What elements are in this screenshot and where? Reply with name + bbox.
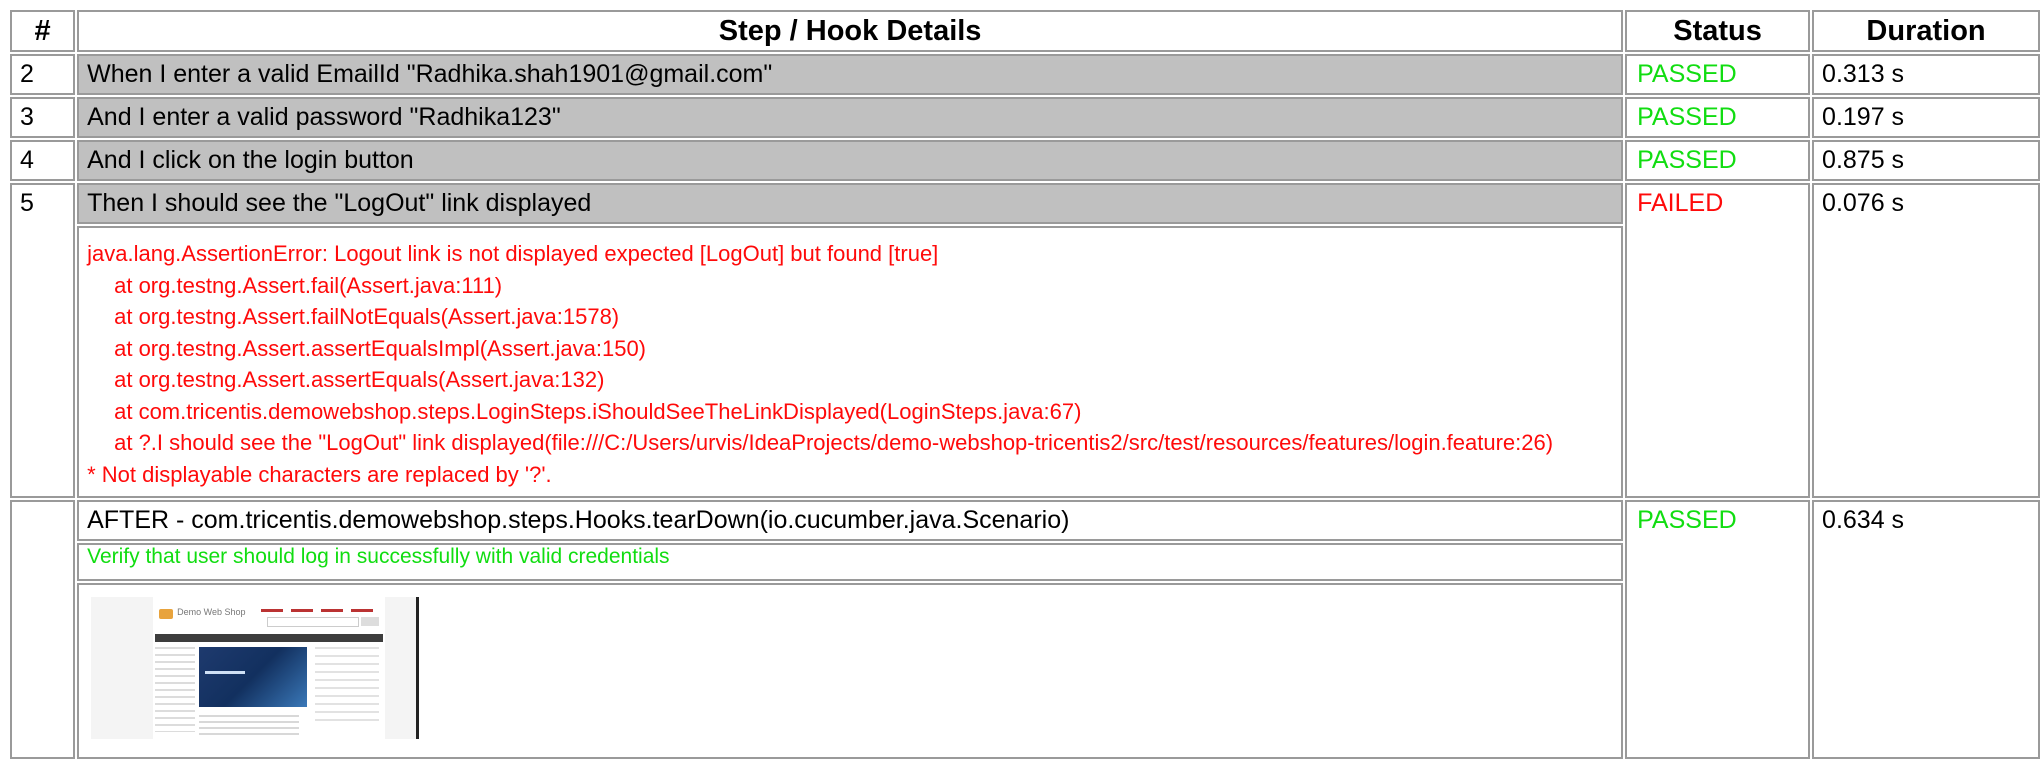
screenshot-logo-text: Demo Web Shop: [177, 607, 246, 617]
stack-trace-line: at org.testng.Assert.assertEquals(Assert…: [114, 367, 605, 392]
step-duration: 0.076 s: [1812, 183, 2040, 498]
status-badge: FAILED: [1625, 183, 1811, 498]
error-details: java.lang.AssertionError: Logout link is…: [77, 226, 1624, 498]
step-text: Then I should see the "LogOut" link disp…: [77, 183, 1624, 224]
stack-trace-line: at org.testng.Assert.fail(Assert.java:11…: [114, 272, 503, 298]
screenshot-search-box: [267, 617, 360, 627]
step-number: 5: [10, 183, 76, 498]
step-duration: 0.313 s: [1812, 54, 2040, 95]
stack-trace-line: at org.testng.Assert.failNotEquals(Asser…: [114, 304, 620, 329]
scenario-description: Verify that user should log in successfu…: [77, 543, 1624, 581]
step-number: 2: [10, 54, 76, 95]
screenshot-right-column: [315, 647, 380, 727]
screenshot-body-text: [199, 715, 300, 735]
header-status: Status: [1625, 10, 1811, 52]
error-message: java.lang.AssertionError: Logout link is…: [87, 241, 939, 266]
step-details-table: # Step / Hook Details Status Duration 2 …: [8, 8, 2042, 761]
step-number: 3: [10, 97, 76, 138]
screenshot-nav-bar: [155, 634, 384, 642]
step-duration: 0.875 s: [1812, 140, 2040, 181]
cart-logo-icon: [159, 609, 174, 619]
step-number: 4: [10, 140, 76, 181]
table-header-row: # Step / Hook Details Status Duration: [10, 10, 2040, 52]
header-duration: Duration: [1812, 10, 2040, 52]
screenshot-search-button: [361, 617, 380, 626]
stack-trace-line: at org.testng.Assert.assertEqualsImpl(As…: [114, 335, 647, 361]
status-badge: PASSED: [1625, 97, 1811, 138]
stack-trace-line: at ?.I should see the "LogOut" link disp…: [114, 430, 1554, 455]
step-text: And I enter a valid password "Radhika123…: [77, 97, 1624, 138]
table-row: 4 And I click on the login button PASSED…: [10, 140, 2040, 181]
hook-row: AFTER - com.tricentis.demowebshop.steps.…: [10, 500, 2040, 759]
step-duration: 0.197 s: [1812, 97, 2040, 138]
screenshot-cell: Demo Web Shop: [77, 583, 1624, 759]
screenshot-sidebar: [155, 647, 196, 732]
table-row-failed: 5 Then I should see the "LogOut" link di…: [10, 183, 2040, 498]
status-badge: PASSED: [1625, 500, 1811, 759]
hook-duration: 0.634 s: [1812, 500, 2040, 759]
table-row: 2 When I enter a valid EmailId "Radhika.…: [10, 54, 2040, 95]
step-text: And I click on the login button: [77, 140, 1624, 181]
screenshot-banner-text: [205, 671, 246, 674]
screenshot-thumbnail[interactable]: Demo Web Shop: [91, 597, 420, 739]
hook-number: [10, 500, 76, 759]
header-number: #: [10, 10, 76, 52]
error-note: * Not displayable characters are replace…: [87, 461, 552, 487]
stack-trace-line: at com.tricentis.demowebshop.steps.Login…: [114, 398, 1082, 424]
screenshot-banner: [199, 647, 308, 707]
table-row: 3 And I enter a valid password "Radhika1…: [10, 97, 2040, 138]
screenshot-header-links: [261, 609, 382, 612]
hook-text: AFTER - com.tricentis.demowebshop.steps.…: [77, 500, 1624, 541]
status-badge: PASSED: [1625, 140, 1811, 181]
status-badge: PASSED: [1625, 54, 1811, 95]
step-text: When I enter a valid EmailId "Radhika.sh…: [77, 54, 1624, 95]
header-step-details: Step / Hook Details: [77, 10, 1624, 52]
